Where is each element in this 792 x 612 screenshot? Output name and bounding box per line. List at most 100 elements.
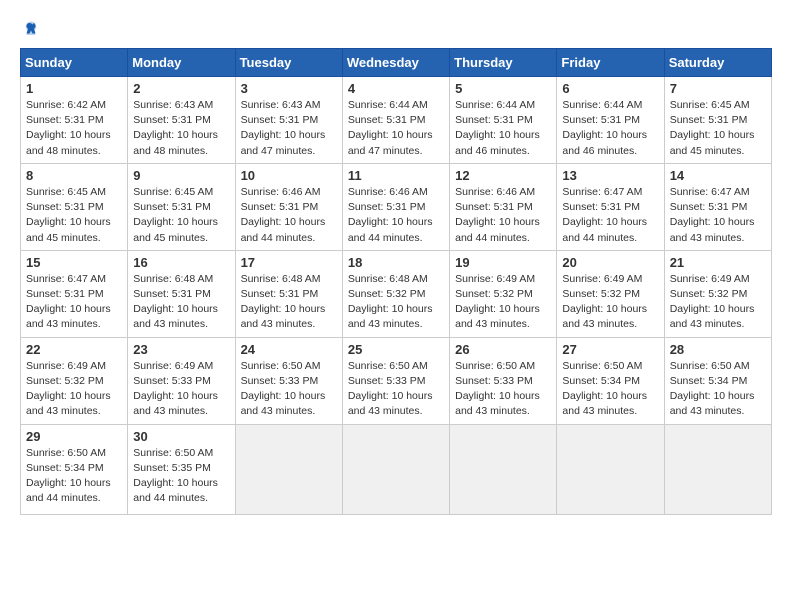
day-number: 29 bbox=[26, 429, 122, 444]
day-number: 1 bbox=[26, 81, 122, 96]
day-info: Sunrise: 6:48 AM Sunset: 5:31 PM Dayligh… bbox=[241, 272, 337, 333]
day-number: 18 bbox=[348, 255, 444, 270]
day-info: Sunrise: 6:49 AM Sunset: 5:32 PM Dayligh… bbox=[26, 359, 122, 420]
day-header-saturday: Saturday bbox=[664, 49, 771, 77]
calendar-day: 27 Sunrise: 6:50 AM Sunset: 5:34 PM Dayli… bbox=[557, 337, 664, 424]
calendar-day: 10Sunrise: 6:46 AM Sunset: 5:31 PM Dayli… bbox=[235, 163, 342, 250]
day-number: 7 bbox=[670, 81, 766, 96]
day-number: 13 bbox=[562, 168, 658, 183]
calendar-day: 6 Sunrise: 6:44 AM Sunset: 5:31 PM Daylig… bbox=[557, 77, 664, 164]
calendar-day: 9 Sunrise: 6:45 AM Sunset: 5:31 PM Daylig… bbox=[128, 163, 235, 250]
day-number: 3 bbox=[241, 81, 337, 96]
calendar-day bbox=[342, 424, 449, 514]
day-number: 8 bbox=[26, 168, 122, 183]
calendar-day: 8Sunrise: 6:45 AM Sunset: 5:31 PM Daylig… bbox=[21, 163, 128, 250]
calendar-day: 26Sunrise: 6:50 AM Sunset: 5:33 PM Dayli… bbox=[450, 337, 557, 424]
calendar-week-2: 8 Sunrise: 6:45 AM Sunset: 5:31 PM Daylig… bbox=[21, 163, 772, 250]
calendar-day: 14 Sunrise: 6:47 AM Sunset: 5:31 PM Dayli… bbox=[664, 163, 771, 250]
day-info: Sunrise: 6:50 AM Sunset: 5:34 PM Dayligh… bbox=[562, 359, 658, 420]
day-info: Sunrise: 6:42 AM Sunset: 5:31 PM Dayligh… bbox=[26, 98, 122, 159]
day-number: 27 bbox=[562, 342, 658, 357]
day-info: Sunrise: 6:43 AM Sunset: 5:31 PM Dayligh… bbox=[241, 98, 337, 159]
day-info: Sunrise: 6:48 AM Sunset: 5:31 PM Dayligh… bbox=[133, 272, 229, 333]
day-header-friday: Friday bbox=[557, 49, 664, 77]
calendar-day bbox=[235, 424, 342, 514]
day-number: 23 bbox=[133, 342, 229, 357]
day-info: Sunrise: 6:44 AM Sunset: 5:31 PM Dayligh… bbox=[562, 98, 658, 159]
day-info: Sunrise: 6:49 AM Sunset: 5:32 PM Dayligh… bbox=[670, 272, 766, 333]
calendar-day: 3 Sunrise: 6:43 AM Sunset: 5:31 PM Daylig… bbox=[235, 77, 342, 164]
calendar-day: 13 Sunrise: 6:47 AM Sunset: 5:31 PM Dayli… bbox=[557, 163, 664, 250]
calendar-day: 5 Sunrise: 6:44 AM Sunset: 5:31 PM Daylig… bbox=[450, 77, 557, 164]
calendar-day: 2 Sunrise: 6:43 AM Sunset: 5:31 PM Daylig… bbox=[128, 77, 235, 164]
day-number: 28 bbox=[670, 342, 766, 357]
day-number: 12 bbox=[455, 168, 551, 183]
calendar-day: 30Sunrise: 6:50 AM Sunset: 5:35 PM Dayli… bbox=[128, 424, 235, 514]
day-number: 19 bbox=[455, 255, 551, 270]
calendar-day: 24 Sunrise: 6:50 AM Sunset: 5:33 PM Dayli… bbox=[235, 337, 342, 424]
day-number: 11 bbox=[348, 168, 444, 183]
day-number: 17 bbox=[241, 255, 337, 270]
day-number: 14 bbox=[670, 168, 766, 183]
logo bbox=[20, 20, 40, 38]
day-number: 30 bbox=[133, 429, 229, 444]
header bbox=[20, 20, 772, 38]
day-info: Sunrise: 6:44 AM Sunset: 5:31 PM Dayligh… bbox=[455, 98, 551, 159]
calendar-day: 21 Sunrise: 6:49 AM Sunset: 5:32 PM Dayli… bbox=[664, 250, 771, 337]
day-number: 16 bbox=[133, 255, 229, 270]
day-header-monday: Monday bbox=[128, 49, 235, 77]
day-info: Sunrise: 6:47 AM Sunset: 5:31 PM Dayligh… bbox=[670, 185, 766, 246]
day-number: 24 bbox=[241, 342, 337, 357]
calendar-week-4: 22Sunrise: 6:49 AM Sunset: 5:32 PM Dayli… bbox=[21, 337, 772, 424]
calendar-day: 1 Sunrise: 6:42 AM Sunset: 5:31 PM Daylig… bbox=[21, 77, 128, 164]
calendar-week-3: 15 Sunrise: 6:47 AM Sunset: 5:31 PM Dayli… bbox=[21, 250, 772, 337]
days-of-week-row: SundayMondayTuesdayWednesdayThursdayFrid… bbox=[21, 49, 772, 77]
day-info: Sunrise: 6:49 AM Sunset: 5:32 PM Dayligh… bbox=[455, 272, 551, 333]
calendar-day bbox=[664, 424, 771, 514]
day-info: Sunrise: 6:47 AM Sunset: 5:31 PM Dayligh… bbox=[562, 185, 658, 246]
day-info: Sunrise: 6:50 AM Sunset: 5:33 PM Dayligh… bbox=[241, 359, 337, 420]
calendar-day: 28 Sunrise: 6:50 AM Sunset: 5:34 PM Dayli… bbox=[664, 337, 771, 424]
day-info: Sunrise: 6:50 AM Sunset: 5:34 PM Dayligh… bbox=[670, 359, 766, 420]
day-number: 9 bbox=[133, 168, 229, 183]
day-header-wednesday: Wednesday bbox=[342, 49, 449, 77]
calendar-day: 15 Sunrise: 6:47 AM Sunset: 5:31 PM Dayli… bbox=[21, 250, 128, 337]
day-info: Sunrise: 6:48 AM Sunset: 5:32 PM Dayligh… bbox=[348, 272, 444, 333]
day-header-sunday: Sunday bbox=[21, 49, 128, 77]
day-number: 5 bbox=[455, 81, 551, 96]
calendar-header: SundayMondayTuesdayWednesdayThursdayFrid… bbox=[21, 49, 772, 77]
day-header-tuesday: Tuesday bbox=[235, 49, 342, 77]
calendar-day: 12Sunrise: 6:46 AM Sunset: 5:31 PM Dayli… bbox=[450, 163, 557, 250]
calendar-table: SundayMondayTuesdayWednesdayThursdayFrid… bbox=[20, 48, 772, 515]
calendar-day: 16 Sunrise: 6:48 AM Sunset: 5:31 PM Dayli… bbox=[128, 250, 235, 337]
calendar-day bbox=[557, 424, 664, 514]
calendar-day: 11Sunrise: 6:46 AM Sunset: 5:31 PM Dayli… bbox=[342, 163, 449, 250]
day-number: 10 bbox=[241, 168, 337, 183]
day-info: Sunrise: 6:50 AM Sunset: 5:34 PM Dayligh… bbox=[26, 446, 122, 507]
calendar-week-5: 29 Sunrise: 6:50 AM Sunset: 5:34 PM Dayli… bbox=[21, 424, 772, 514]
calendar-day: 4Sunrise: 6:44 AM Sunset: 5:31 PM Daylig… bbox=[342, 77, 449, 164]
day-number: 2 bbox=[133, 81, 229, 96]
day-number: 15 bbox=[26, 255, 122, 270]
day-info: Sunrise: 6:44 AM Sunset: 5:31 PM Dayligh… bbox=[348, 98, 444, 159]
day-info: Sunrise: 6:49 AM Sunset: 5:33 PM Dayligh… bbox=[133, 359, 229, 420]
day-number: 6 bbox=[562, 81, 658, 96]
day-header-thursday: Thursday bbox=[450, 49, 557, 77]
day-info: Sunrise: 6:43 AM Sunset: 5:31 PM Dayligh… bbox=[133, 98, 229, 159]
calendar-day bbox=[450, 424, 557, 514]
day-info: Sunrise: 6:50 AM Sunset: 5:33 PM Dayligh… bbox=[455, 359, 551, 420]
calendar-body: 1 Sunrise: 6:42 AM Sunset: 5:31 PM Daylig… bbox=[21, 77, 772, 515]
day-number: 20 bbox=[562, 255, 658, 270]
day-info: Sunrise: 6:45 AM Sunset: 5:31 PM Dayligh… bbox=[133, 185, 229, 246]
calendar-day: 19 Sunrise: 6:49 AM Sunset: 5:32 PM Dayli… bbox=[450, 250, 557, 337]
logo-bird-icon bbox=[22, 20, 40, 38]
calendar-day: 29 Sunrise: 6:50 AM Sunset: 5:34 PM Dayli… bbox=[21, 424, 128, 514]
day-info: Sunrise: 6:45 AM Sunset: 5:31 PM Dayligh… bbox=[670, 98, 766, 159]
day-number: 25 bbox=[348, 342, 444, 357]
day-number: 21 bbox=[670, 255, 766, 270]
calendar-day: 17 Sunrise: 6:48 AM Sunset: 5:31 PM Dayli… bbox=[235, 250, 342, 337]
calendar-day: 23 Sunrise: 6:49 AM Sunset: 5:33 PM Dayli… bbox=[128, 337, 235, 424]
day-info: Sunrise: 6:50 AM Sunset: 5:33 PM Dayligh… bbox=[348, 359, 444, 420]
calendar-day: 7 Sunrise: 6:45 AM Sunset: 5:31 PM Daylig… bbox=[664, 77, 771, 164]
day-info: Sunrise: 6:47 AM Sunset: 5:31 PM Dayligh… bbox=[26, 272, 122, 333]
